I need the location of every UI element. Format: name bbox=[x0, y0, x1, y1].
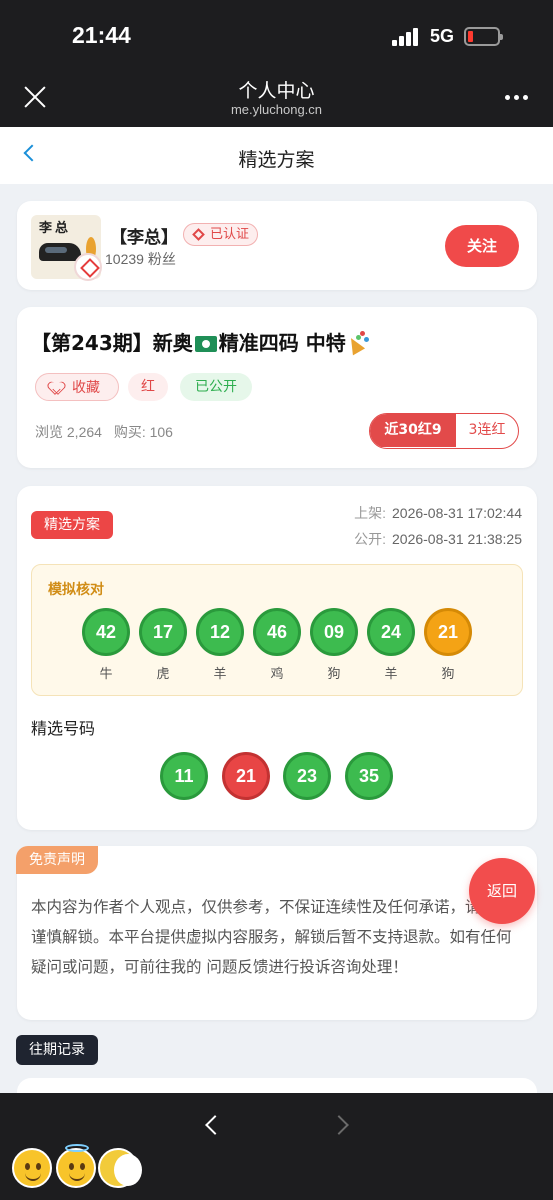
zodiac-label: 狗 bbox=[441, 667, 455, 682]
listed-time-row: 上架: 2026-08-31 17:02:44 bbox=[354, 503, 522, 523]
disclaimer-card: 免责声明 本内容为作者个人观点，仅供参考，不保证连续性及任何承诺，请理性谨慎解锁… bbox=[16, 846, 537, 1020]
simulation-title: 模拟核对 bbox=[48, 582, 104, 598]
public-time: 2026-08-31 21:38:25 bbox=[392, 531, 522, 547]
picked-ball: 23 bbox=[283, 752, 331, 800]
picked-numbers-title: 精选号码 bbox=[31, 719, 96, 738]
zodiac-label: 鸡 bbox=[270, 667, 284, 682]
follow-button[interactable]: 关注 bbox=[445, 225, 519, 267]
post-title-suffix: 精准四码 中特 bbox=[218, 331, 346, 355]
zodiac-label: 狗 bbox=[327, 667, 341, 682]
macau-flag-icon bbox=[194, 336, 217, 352]
public-label: 公开: bbox=[354, 531, 386, 547]
buy-count: 106 bbox=[149, 424, 173, 440]
zodiac-label: 羊 bbox=[384, 667, 398, 682]
red-tag: 红 bbox=[128, 373, 168, 401]
diamond-icon bbox=[192, 228, 205, 241]
favorite-button[interactable]: 收藏 bbox=[35, 373, 119, 401]
plan-tag: 精选方案 bbox=[31, 511, 113, 539]
sim-ball: 46 bbox=[253, 608, 301, 656]
grinning-emoji-icon bbox=[12, 1148, 52, 1188]
zodiac-label: 牛 bbox=[99, 667, 113, 682]
battery-icon bbox=[464, 27, 503, 46]
floating-back-button[interactable]: 返回 bbox=[469, 858, 535, 924]
record-30: 近30红9 bbox=[370, 414, 456, 447]
author-name: 【李总】 bbox=[110, 228, 178, 248]
heart-icon bbox=[50, 382, 62, 393]
halo-emoji-icon bbox=[56, 1144, 96, 1188]
buy-label: 购买: bbox=[113, 424, 146, 440]
record-badge: 近30红9 3连红 bbox=[369, 413, 519, 449]
listed-time: 2026-08-31 17:02:44 bbox=[392, 505, 522, 521]
network-type: 5G bbox=[430, 26, 455, 46]
disclaimer-tag: 免责声明 bbox=[16, 846, 98, 874]
verified-badge: 已认证 bbox=[183, 223, 259, 246]
author-card: 李总 【李总】 已认证 10239 粉丝 关注 bbox=[17, 201, 537, 290]
webview-title: 个人中心 bbox=[238, 80, 315, 102]
listed-label: 上架: bbox=[354, 505, 386, 521]
verified-label: 已认证 bbox=[210, 227, 250, 242]
post-title: 【第243期】新奥 精准四码 中特 bbox=[31, 327, 368, 356]
webview-header: 21:44 5G 个人中心 me.yluchong.cn bbox=[0, 0, 553, 127]
picked-ball: 21 bbox=[222, 752, 270, 800]
simulation-box: 模拟核对 42 17 12 46 09 24 21 牛 虎 羊 鸡 狗 羊 狗 bbox=[31, 564, 523, 696]
avatar-name: 李总 bbox=[39, 221, 72, 236]
party-popper-icon bbox=[346, 331, 368, 353]
disclaimer-text: 本内容为作者个人观点，仅供参考，不保证连续性及任何承诺，请理性谨慎解锁。本平台提… bbox=[31, 898, 512, 976]
post-title-prefix: 【第243期】新奥 bbox=[31, 331, 193, 355]
view-stats: 浏览 2,264 购买: 106 bbox=[35, 422, 173, 442]
favorite-label: 收藏 bbox=[72, 380, 100, 396]
picked-ball: 35 bbox=[345, 752, 393, 800]
views-label: 浏览 bbox=[35, 424, 63, 440]
fans-count: 10239 粉丝 bbox=[105, 251, 176, 267]
more-icon[interactable] bbox=[505, 95, 529, 101]
page-title: 精选方案 bbox=[238, 149, 315, 171]
sim-ball: 24 bbox=[367, 608, 415, 656]
moon-emoji-icon bbox=[98, 1148, 142, 1188]
public-tag: 已公开 bbox=[180, 373, 252, 401]
sim-ball: 42 bbox=[82, 608, 130, 656]
sim-ball: 12 bbox=[196, 608, 244, 656]
picked-ball: 11 bbox=[160, 752, 208, 800]
plan-card: 精选方案 上架: 2026-08-31 17:02:44 公开: 2026-08-3… bbox=[17, 486, 537, 830]
views-count: 2,264 bbox=[66, 424, 102, 440]
browser-forward-icon[interactable] bbox=[329, 1115, 349, 1135]
vip-badge-icon bbox=[74, 253, 102, 281]
zodiac-label: 羊 bbox=[213, 667, 227, 682]
history-tag[interactable]: 往期记录 bbox=[16, 1035, 98, 1065]
page-navbar: 精选方案 bbox=[0, 127, 553, 184]
car-icon bbox=[39, 243, 81, 261]
streak-label: 3连红 bbox=[468, 422, 506, 438]
sim-ball: 21 bbox=[424, 608, 472, 656]
status-time: 21:44 bbox=[72, 22, 131, 48]
webview-domain: me.yluchong.cn bbox=[230, 102, 323, 117]
signal-icon bbox=[392, 28, 422, 46]
public-time-row: 公开: 2026-08-31 21:38:25 bbox=[354, 529, 522, 549]
browser-back-icon[interactable] bbox=[205, 1115, 225, 1135]
zodiac-label: 虎 bbox=[156, 667, 170, 682]
sim-ball: 17 bbox=[139, 608, 187, 656]
sim-ball: 09 bbox=[310, 608, 358, 656]
post-card: 【第243期】新奥 精准四码 中特 收藏 红 已公开 浏览 2,264 购买: 1… bbox=[17, 307, 537, 468]
